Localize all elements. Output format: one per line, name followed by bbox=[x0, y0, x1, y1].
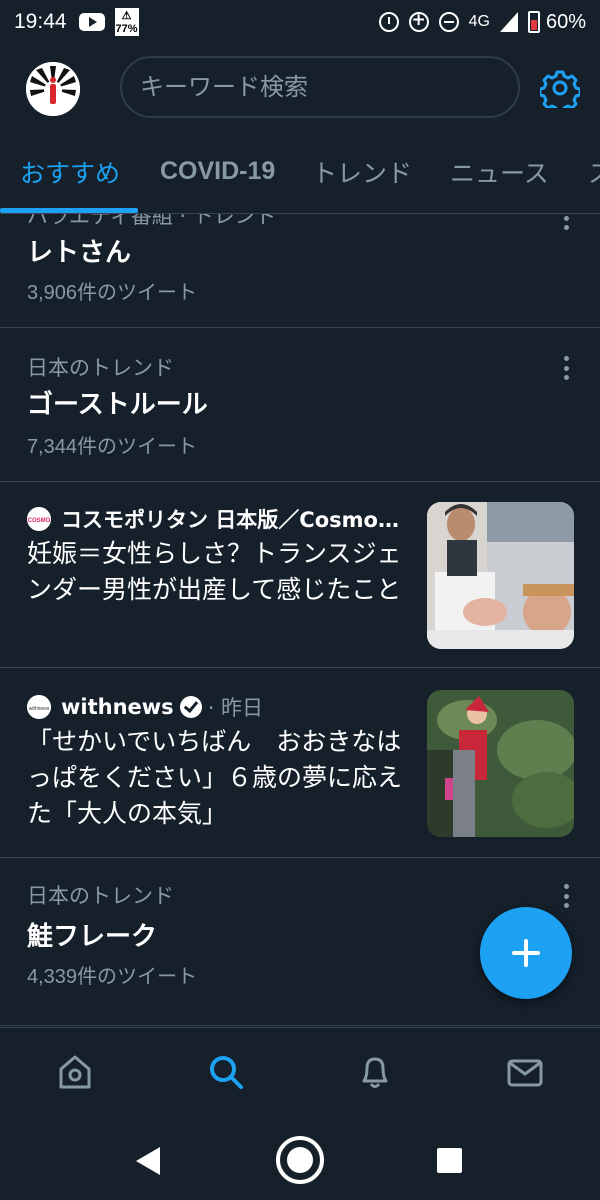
home-button-icon[interactable] bbox=[276, 1136, 324, 1184]
status-icons: 4G 60% bbox=[378, 10, 586, 34]
news-source-name: withnews bbox=[61, 695, 174, 719]
tab-covid-19[interactable]: COVID-19 bbox=[160, 157, 275, 186]
search-icon[interactable] bbox=[206, 1052, 246, 1092]
trend-context: バラエティ番組 · トレンド bbox=[27, 214, 277, 228]
avatar[interactable] bbox=[26, 62, 80, 116]
trend-topic: 鮭フレーク bbox=[27, 922, 158, 952]
active-tab-indicator bbox=[0, 208, 138, 213]
news-source: COSMO コスモポリタン 日本版／Cosmop... bbox=[27, 504, 401, 534]
signal-icon bbox=[499, 12, 518, 32]
mail-icon[interactable] bbox=[505, 1052, 545, 1092]
storage-warning-icon: ⚠ 77% bbox=[114, 8, 139, 36]
explore-feed: バラエティ番組 · トレンド レトさん 3,906件のツイート 日本のトレンド … bbox=[0, 214, 600, 1026]
more-options-icon[interactable] bbox=[556, 884, 576, 908]
trend-tweet-count: 7,344件のツイート bbox=[27, 436, 198, 458]
news-thumbnail bbox=[427, 690, 574, 837]
top-header bbox=[0, 54, 600, 120]
news-item[interactable]: COSMO コスモポリタン 日本版／Cosmop... 妊娠＝女性らしさ？トラン… bbox=[0, 482, 600, 668]
storage-percent: 77% bbox=[115, 23, 138, 35]
search-box[interactable] bbox=[120, 56, 520, 118]
battery-percent: 60% bbox=[545, 10, 586, 33]
more-options-icon[interactable] bbox=[556, 214, 576, 230]
news-headline: 「せかいでいちばん おおきなはっぱをください」６歳の夢に応えた「大人の本気」 bbox=[27, 727, 403, 828]
bell-icon[interactable] bbox=[355, 1052, 395, 1092]
compose-tweet-button[interactable] bbox=[480, 907, 572, 999]
news-item[interactable]: withnews withnews · 昨日 「せかいでいちばん おおきなはっぱ… bbox=[0, 668, 600, 858]
youtube-notification-icon bbox=[78, 13, 105, 31]
trend-context: 日本のトレンド bbox=[27, 356, 174, 380]
system-navigation-bar bbox=[0, 1121, 600, 1200]
trend-item[interactable]: 日本のトレンド ゴーストルール 7,344件のツイート bbox=[0, 328, 600, 482]
trend-topic: レトさん bbox=[27, 238, 132, 268]
trend-tweet-count: 3,906件のツイート bbox=[27, 282, 198, 304]
search-input[interactable] bbox=[140, 73, 518, 101]
trend-item[interactable]: バラエティ番組 · トレンド レトさん 3,906件のツイート bbox=[0, 214, 600, 328]
news-time: · 昨日 bbox=[207, 696, 264, 720]
more-options-icon[interactable] bbox=[556, 356, 576, 380]
trend-tweet-count: 4,339件のツイート bbox=[27, 966, 198, 988]
battery-icon bbox=[527, 11, 540, 33]
recent-apps-icon[interactable] bbox=[437, 1148, 462, 1173]
home-icon[interactable] bbox=[55, 1052, 95, 1092]
tab-news[interactable]: ニュース bbox=[450, 154, 549, 190]
source-logo-text: COSMO bbox=[28, 518, 51, 524]
tab-recommended[interactable]: おすすめ bbox=[20, 154, 120, 190]
trend-context: 日本のトレンド bbox=[27, 884, 174, 908]
news-source: withnews withnews · 昨日 bbox=[27, 692, 263, 722]
bottom-navigation bbox=[0, 1027, 600, 1121]
news-source-name: コスモポリタン 日本版／Cosmop... bbox=[61, 508, 401, 532]
cosmopolitan-logo: COSMO bbox=[27, 507, 51, 531]
avatar-image bbox=[26, 62, 80, 116]
status-time: 19:44 bbox=[14, 10, 67, 33]
storage-warning-mark: ⚠ bbox=[121, 10, 132, 22]
explore-tabs: おすすめ COVID-19 トレンド ニュース ス bbox=[0, 140, 600, 214]
data-saver-icon bbox=[408, 10, 429, 32]
source-logo-text: withnews bbox=[29, 706, 50, 712]
back-icon[interactable] bbox=[136, 1147, 160, 1175]
network-type: 4G bbox=[468, 13, 490, 30]
alarm-icon bbox=[378, 12, 399, 32]
tab-sports[interactable]: ス bbox=[588, 154, 600, 190]
do-not-disturb-icon bbox=[438, 12, 459, 32]
gear-icon[interactable] bbox=[540, 68, 580, 108]
tab-trends[interactable]: トレンド bbox=[312, 154, 412, 190]
status-bar: 19:44 ⚠77% 4G 60% bbox=[0, 0, 600, 44]
verified-badge-icon bbox=[179, 696, 202, 718]
trend-topic: ゴーストルール bbox=[27, 390, 208, 420]
withnews-logo: withnews bbox=[27, 695, 51, 719]
news-thumbnail bbox=[427, 502, 574, 649]
news-headline: 妊娠＝女性らしさ？トランスジェンダー男性が出産して感じたこと bbox=[27, 539, 402, 604]
